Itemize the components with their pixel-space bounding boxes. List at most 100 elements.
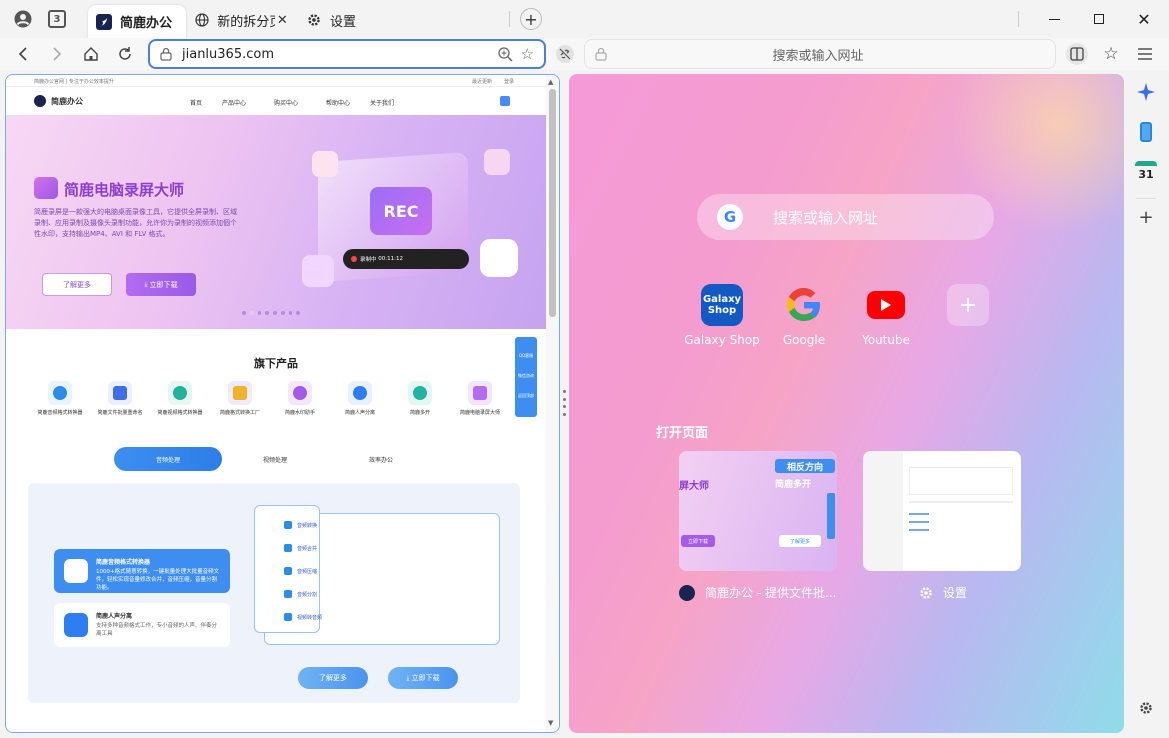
address-bar-right[interactable]: 搜索或输入网址 (584, 39, 1056, 69)
open-page-thumb-settings[interactable] (863, 451, 1021, 571)
close-tab-icon[interactable]: ✕ (275, 13, 290, 28)
shortcut-google[interactable]: Google (764, 284, 844, 347)
favorites-icon[interactable]: ☆ (1098, 41, 1124, 67)
add-shortcut-button[interactable]: + (928, 284, 1008, 333)
jianlu-logo-icon (679, 584, 695, 601)
product-batch-rename[interactable]: 简鹿文件批量重命名 (90, 381, 150, 416)
gear-icon (306, 12, 322, 28)
qq-service[interactable]: QQ客服 (515, 337, 537, 359)
product-audio-converter[interactable]: 简鹿音频格式转换器 (30, 381, 90, 416)
scroll-up-icon[interactable]: ▲ (548, 78, 553, 86)
open-page-caption-jianlu[interactable]: 简鹿办公 - 提供文件批... (679, 584, 836, 601)
copilot-sparkle-icon[interactable] (1132, 78, 1160, 106)
nav-home[interactable]: 首页 (190, 98, 202, 107)
nav-buy[interactable]: 购买中心 (274, 98, 298, 107)
split-view-icon[interactable] (1064, 41, 1090, 67)
feature-item[interactable]: 视频转音频 (276, 607, 338, 627)
product-watermark[interactable]: 简鹿水印助手 (270, 381, 330, 416)
product-format-factory[interactable]: 简鹿格式转换工厂 (210, 381, 270, 416)
feature-card-vocal[interactable]: 简鹿人声分离 支持多种音频格式工作，专小音频的人声、伴奏分离工具 (54, 603, 230, 647)
site-nav: 简鹿办公 首页 产品中心 购买中心 帮助中心 关于我们 (6, 87, 546, 115)
feature-learn-more[interactable]: 了解更多 (298, 667, 368, 689)
maximize-button[interactable] (1079, 6, 1119, 32)
shortcut-youtube[interactable]: Youtube (846, 284, 926, 347)
unlink-split-button[interactable] (552, 41, 578, 67)
card-desc: 支持多种音频格式工作，专小音频的人声、伴奏分离工具 (96, 623, 218, 637)
feature-item[interactable]: 音频压缩 (276, 561, 338, 581)
topstrip-login[interactable]: 登录 (504, 78, 514, 85)
address-bar-left[interactable]: jianlu365.com ☆ (148, 39, 546, 69)
open-page-caption-settings[interactable]: 设置 (919, 584, 967, 601)
scroll-down-icon[interactable]: ▼ (548, 719, 553, 727)
split-resize-handle[interactable] (563, 390, 566, 416)
calendar-icon[interactable]: 31 (1132, 158, 1160, 186)
close-window-button[interactable]: ✕ (1124, 6, 1164, 32)
carousel-dots[interactable] (242, 311, 300, 315)
feature-item[interactable]: 音频转换 (276, 515, 338, 535)
shortcut-galaxy-shop[interactable]: Galaxy Shop Galaxy Shop (682, 284, 762, 347)
zoom-icon[interactable] (497, 46, 513, 62)
feature-card-audio[interactable]: 简鹿音频格式转换器 1000+格式随意转换，一键批量处理大批量音频文件，轻松实现… (54, 549, 230, 593)
site-logo[interactable]: 简鹿办公 (51, 96, 83, 107)
new-tab-button[interactable]: + (518, 6, 544, 32)
product-multi-open[interactable]: 简鹿多开 (390, 381, 450, 416)
top-strip: 简鹿办公官网 | 专注于办公效率提升 最近更新 登录 (6, 75, 546, 87)
thumb-text: 屏大师 (679, 481, 709, 492)
record-dot-icon (351, 256, 357, 262)
home-button[interactable] (78, 41, 104, 67)
subtab-office[interactable]: 效率办公 (336, 447, 426, 471)
feature-item[interactable]: 音频分割 (276, 584, 338, 604)
topstrip-link[interactable]: 最近更新 (472, 78, 492, 85)
vertical-scrollbar[interactable]: ▲ ▼ (546, 75, 559, 732)
minimize-button[interactable] (1034, 6, 1074, 32)
feature-item[interactable]: 音频合并 (276, 538, 338, 558)
tab-settings[interactable]: 设置 (298, 5, 408, 35)
thumb-text: 了解更多 (779, 535, 821, 547)
galaxy-shop-icon: Galaxy Shop (701, 284, 743, 326)
newtab-search-box[interactable]: G 搜索或输入网址 (697, 194, 994, 240)
scroll-thumb[interactable] (549, 89, 556, 317)
phone-icon[interactable] (1132, 118, 1160, 146)
nav-about[interactable]: 关于我们 (370, 98, 394, 107)
star-icon[interactable]: ☆ (521, 45, 534, 63)
url-text: jianlu365.com (182, 46, 274, 62)
products-title: 旗下产品 (254, 357, 298, 370)
lock-icon (160, 47, 172, 61)
download-button[interactable]: ⤓ 立即下载 (126, 273, 196, 296)
google-g-icon: G (717, 204, 743, 230)
plus-icon: + (947, 284, 989, 326)
tab-title: 新的拆分页 (217, 14, 274, 30)
thumb-text: 简鹿多开 (775, 480, 812, 490)
sidebar-settings-icon[interactable] (1132, 694, 1160, 722)
floating-contact-widget[interactable]: QQ客服 微信咨询 返回顶部 (515, 337, 537, 417)
profile-icon[interactable] (10, 6, 36, 32)
open-page-thumb-jianlu[interactable]: 屏大师 相反方向 简鹿多开 立即下载 了解更多 (679, 451, 837, 571)
feature-download[interactable]: ⤓ 立即下载 (388, 667, 458, 689)
open-pages-title: 打开页面 (656, 426, 709, 441)
right-split-pane: G 搜索或输入网址 Galaxy Shop Galaxy Shop Google… (569, 74, 1124, 733)
audio-converter-icon (64, 559, 88, 583)
back-button[interactable] (10, 41, 36, 67)
site-search-icon[interactable] (500, 96, 510, 106)
learn-more-button[interactable]: 了解更多 (42, 273, 112, 296)
tab-new-split[interactable]: 新的拆分页 ✕ (186, 5, 298, 35)
tab-jianlu[interactable]: 简鹿办公 (88, 5, 186, 38)
nav-products[interactable]: 产品中心 (222, 98, 246, 107)
nav-help[interactable]: 帮助中心 (326, 98, 350, 107)
product-screen-recorder[interactable]: 简鹿电脑录屏大师 (450, 381, 510, 416)
card-title: 简鹿人声分离 (96, 613, 133, 620)
back-to-top[interactable]: 返回顶部 (515, 379, 537, 399)
download-label: 立即下载 (149, 280, 178, 289)
product-video-converter[interactable]: 简鹿视频格式转换器 (150, 381, 210, 416)
forward-button[interactable] (44, 41, 70, 67)
subtab-audio[interactable]: 音频处理 (114, 447, 222, 471)
recorder-logo-icon (34, 177, 58, 199)
add-sidebar-app-icon[interactable]: + (1132, 203, 1160, 231)
tab-count-icon[interactable]: 3 (44, 6, 70, 32)
menu-icon[interactable] (1132, 41, 1158, 67)
wechat-service[interactable]: 微信咨询 (515, 359, 537, 379)
reload-button[interactable] (112, 41, 138, 67)
subtab-video[interactable]: 视频处理 (230, 447, 320, 471)
rec-time: 00:11:12 (378, 256, 403, 262)
product-vocal-split[interactable]: 简鹿人声分离 (330, 381, 390, 416)
